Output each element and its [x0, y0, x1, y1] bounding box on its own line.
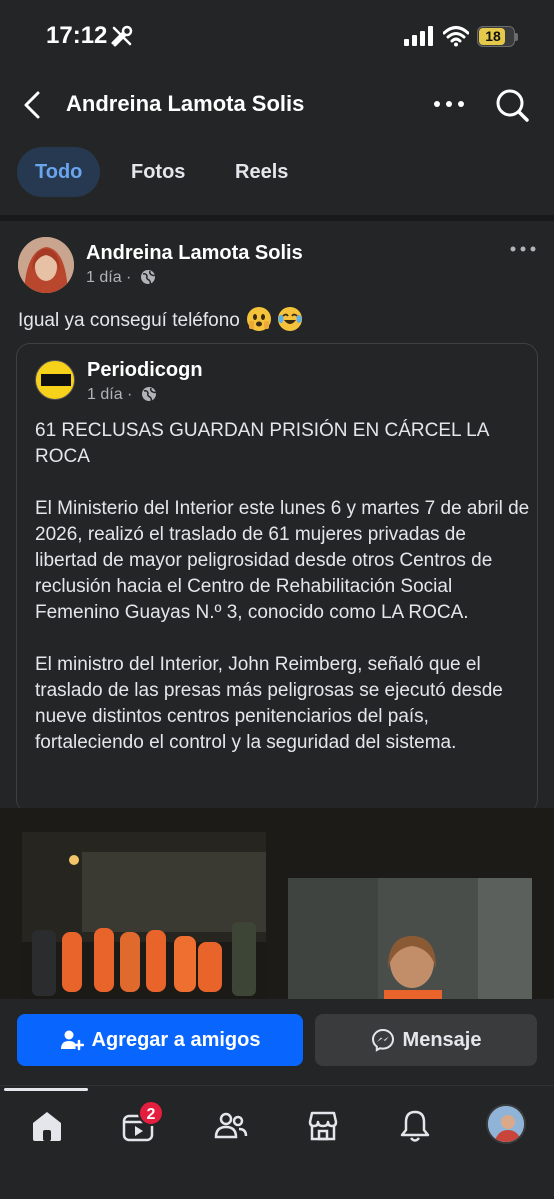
tab-todo[interactable]: Todo — [17, 147, 101, 197]
messenger-icon — [371, 1028, 394, 1052]
shared-paragraph-1: El Ministerio del Interior este lunes 6 … — [35, 498, 530, 623]
post-options-icon[interactable] — [508, 243, 538, 255]
tools-icon — [111, 25, 133, 47]
active-tab-indicator — [4, 1088, 88, 1091]
nav-home[interactable] — [25, 1104, 69, 1148]
friends-icon — [214, 1112, 248, 1139]
tab-fotos[interactable]: Fotos — [113, 147, 203, 197]
shared-paragraph-2: El ministro del Interior, John Reimberg,… — [35, 654, 503, 753]
post-media[interactable] — [0, 808, 554, 999]
post-time: 1 día — [86, 269, 122, 286]
cellular-signal-icon — [404, 26, 433, 46]
meta-separator: · — [126, 269, 132, 286]
author-avatar[interactable] — [18, 237, 74, 293]
battery-level: 18 — [485, 28, 501, 44]
nav-notifications[interactable] — [393, 1104, 437, 1148]
home-icon — [33, 1112, 61, 1141]
tears-of-joy-emoji — [278, 307, 303, 331]
shared-post-body: 61 RECLUSAS GUARDAN PRISIÓN EN CÁRCEL LA… — [35, 418, 530, 782]
add-friend-button[interactable]: Agregar a amigos — [17, 1014, 303, 1066]
profile-tabs: Todo Fotos Reels — [0, 144, 554, 200]
post-text: Igual ya conseguí teléfono — [18, 307, 303, 332]
shared-headline: 61 RECLUSAS GUARDAN PRISIÓN EN CÁRCEL LA… — [35, 420, 489, 467]
status-bar: 17:12 18 — [0, 0, 554, 72]
photo-image — [22, 832, 266, 999]
search-icon[interactable] — [494, 87, 530, 123]
nav-profile-avatar[interactable] — [486, 1104, 526, 1144]
post-meta: 1 día · — [86, 269, 156, 287]
shared-post-meta: 1 día · — [87, 386, 157, 404]
shared-page-name[interactable]: Periodicogn — [87, 359, 203, 382]
face-holding-back-tears-emoji — [247, 307, 272, 331]
tab-reels[interactable]: Reels — [217, 147, 306, 197]
battery-icon: 18 — [477, 26, 518, 47]
message-label: Mensaje — [402, 1028, 482, 1051]
post-author-name[interactable]: Andreina Lamota Solis — [86, 242, 303, 265]
globe-icon — [141, 387, 157, 402]
photo-image — [288, 878, 532, 999]
status-time: 17:12 — [46, 22, 108, 49]
photo-inmate-portrait[interactable] — [288, 878, 532, 999]
more-horizontal-icon[interactable] — [432, 94, 466, 114]
shared-post-card[interactable]: Periodicogn 1 día · 61 RECLUSAS GUARDAN … — [16, 343, 538, 813]
avatar-image — [18, 237, 74, 293]
add-friend-label: Agregar a amigos — [91, 1028, 261, 1051]
profile-avatar — [488, 1106, 524, 1142]
profile-actions: Agregar a amigos Mensaje — [0, 999, 554, 1085]
wifi-icon — [443, 26, 469, 47]
post-caption: Igual ya conseguí teléfono — [18, 310, 240, 331]
bell-icon — [400, 1110, 430, 1142]
nav-marketplace[interactable] — [301, 1104, 345, 1148]
meta-separator: · — [127, 386, 133, 403]
message-button[interactable]: Mensaje — [315, 1014, 537, 1066]
globe-icon — [140, 270, 156, 285]
top-bar: Andreina Lamota Solis — [0, 72, 554, 138]
marketplace-icon — [308, 1111, 338, 1141]
page-title: Andreina Lamota Solis — [66, 91, 305, 116]
photo-inmates-transfer[interactable] — [22, 832, 266, 999]
video-notification-badge: 2 — [138, 1100, 164, 1126]
shared-post-time: 1 día — [87, 386, 123, 403]
chevron-left-icon[interactable] — [20, 90, 46, 120]
nav-friends[interactable] — [209, 1104, 253, 1148]
bottom-navigation: 2 — [0, 1085, 554, 1199]
page-logo[interactable] — [35, 360, 75, 400]
add-friend-icon — [60, 1030, 84, 1051]
